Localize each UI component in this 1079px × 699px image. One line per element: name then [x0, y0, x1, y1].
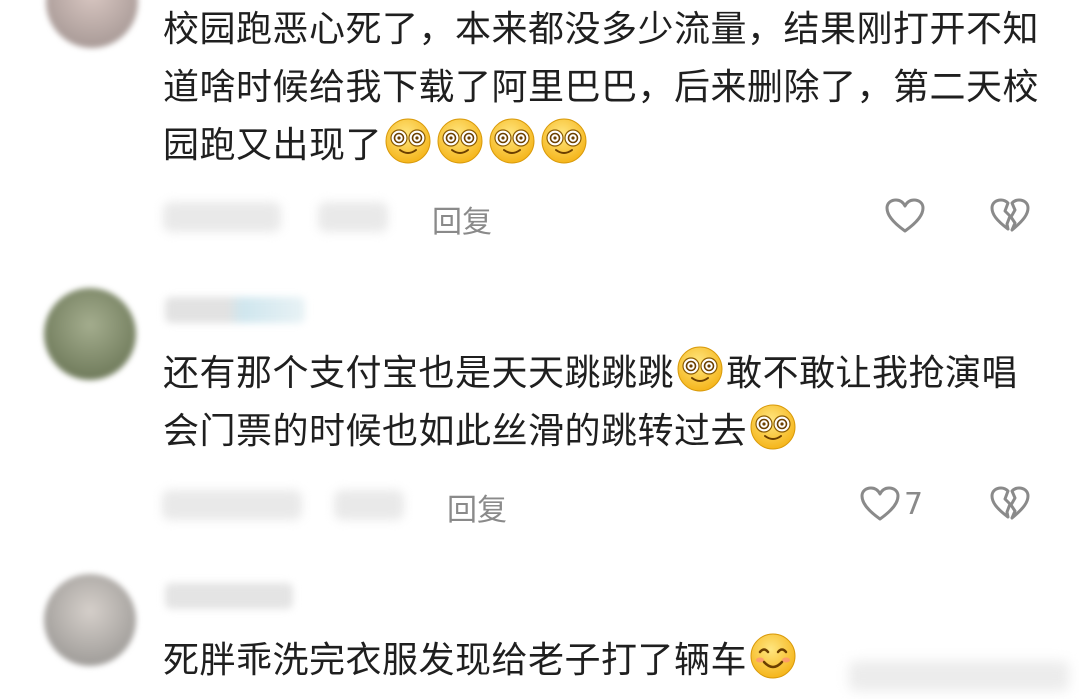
- reply-button[interactable]: 回复: [447, 485, 507, 529]
- heart-icon: [885, 198, 925, 234]
- timestamp-blurred: [162, 490, 302, 520]
- avatar[interactable]: [44, 288, 136, 380]
- comment-text: 校园跑恶心死了，本来都没多少流量，结果刚打开不知道啥时候给我下载了阿里巴巴，后来…: [163, 1, 1043, 175]
- broken-heart-icon[interactable]: [990, 486, 1030, 522]
- reply-button[interactable]: 回复: [432, 197, 492, 241]
- username-blurred: [165, 297, 305, 323]
- avatar[interactable]: [44, 574, 136, 666]
- comment-body: 死胖乖洗完衣服发现给老子打了辆车: [163, 640, 748, 681]
- like-button[interactable]: 7: [860, 486, 923, 522]
- location-blurred: [318, 202, 388, 232]
- broken-heart-icon[interactable]: [990, 198, 1030, 234]
- timestamp-blurred: [163, 202, 281, 232]
- location-blurred: [334, 490, 404, 520]
- watermark-blurred: [849, 661, 1069, 691]
- dizzy-face-emoji-icon: [488, 117, 536, 165]
- like-count: 7: [904, 486, 924, 522]
- dizzy-face-emoji-icon: [384, 117, 432, 165]
- smiling-face-emoji-icon: [749, 632, 797, 680]
- comment-text: 还有那个支付宝也是天天跳跳跳 敢不敢让我抢演唱会门票的时候也如此丝滑的跳转过去: [163, 345, 1043, 461]
- dizzy-face-emoji-icon: [540, 117, 588, 165]
- comment-body: 校园跑恶心死了，本来都没多少流量，结果刚打开不知道啥时候给我下载了阿里巴巴，后来…: [163, 9, 1040, 166]
- dizzy-face-emoji-icon: [749, 403, 797, 451]
- heart-icon: [860, 486, 900, 522]
- username-blurred: [165, 583, 293, 609]
- dizzy-face-emoji-icon: [676, 345, 724, 393]
- avatar[interactable]: [46, 0, 138, 48]
- like-button[interactable]: [885, 198, 929, 234]
- dizzy-face-emoji-icon: [436, 117, 484, 165]
- comment-body: 还有那个支付宝也是天天跳跳跳: [163, 353, 675, 394]
